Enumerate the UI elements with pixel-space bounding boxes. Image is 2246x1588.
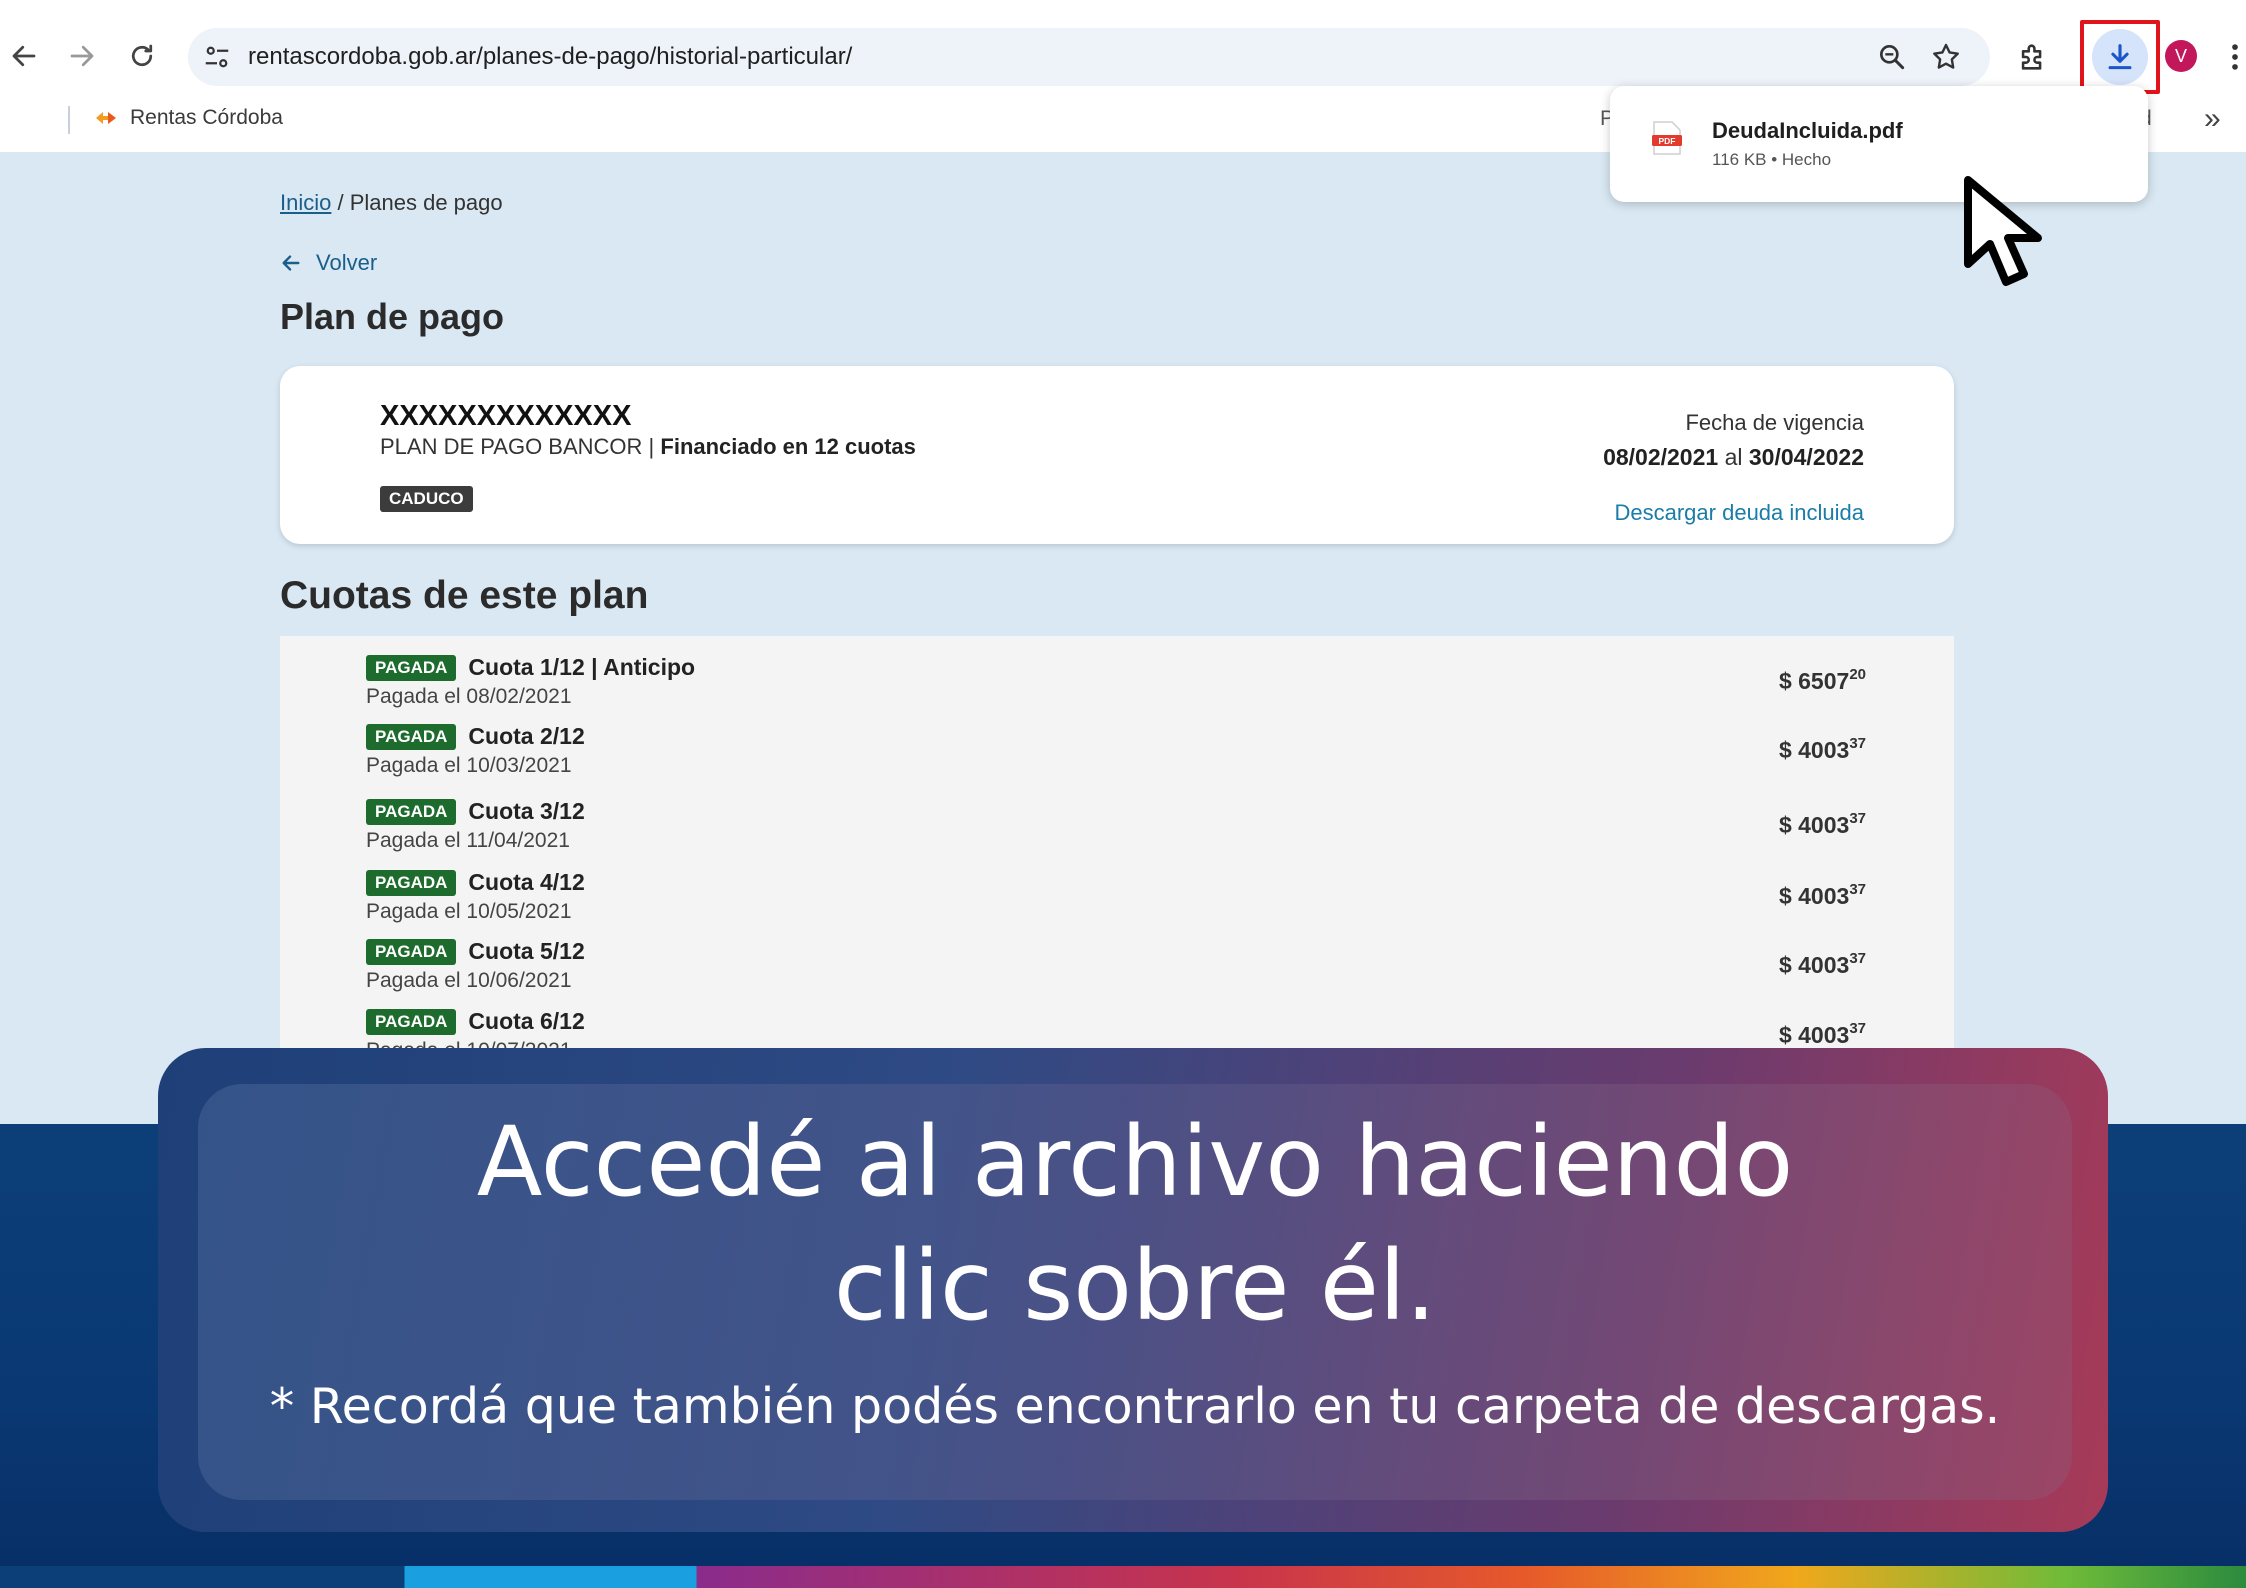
cuota-amount: $ 400337 (1779, 810, 1866, 839)
cuota-amount: $ 650720 (1779, 666, 1866, 695)
status-badge: CADUCO (380, 486, 473, 512)
rentas-logo-icon (96, 112, 116, 124)
reload-icon[interactable] (122, 36, 162, 76)
download-icon (2108, 44, 2132, 70)
paid-badge: PAGADA (366, 723, 457, 750)
cuota-amount: $ 400337 (1779, 1020, 1866, 1049)
amount-integer: 4003 (1798, 812, 1850, 838)
cuota-paid-date: Pagada el 10/06/2021 (366, 969, 572, 992)
headline-line-1: Accedé al archivo haciendo (476, 1106, 1794, 1218)
overlay-note: * Recordá que también podés encontrarlo … (269, 1378, 2001, 1435)
url-text[interactable]: rentascordoba.gob.ar/planes-de-pago/hist… (248, 43, 852, 71)
cuota-paid-date: Pagada el 11/04/2021 (366, 829, 570, 852)
mouse-pointer-icon (1964, 176, 2042, 286)
back-link[interactable]: Volver (280, 250, 377, 276)
cuota-amount: $ 400337 (1779, 950, 1866, 979)
page-title: Plan de pago (280, 296, 505, 337)
plan-separator: | (642, 434, 661, 459)
currency-symbol: $ (1778, 883, 1799, 909)
currency-symbol: $ (1778, 668, 1799, 694)
currency-symbol: $ (1778, 1022, 1799, 1048)
amount-cents: 37 (1849, 950, 1866, 967)
bookmarks-overflow-icon[interactable]: » (2204, 102, 2221, 136)
cuota-name: Cuota 2/12 (468, 723, 585, 749)
validity-from: 08/02/2021 (1603, 444, 1719, 470)
amount-cents: 37 (1849, 810, 1866, 827)
bookmark-label: Rentas Córdoba (130, 106, 283, 129)
list-item[interactable]: PAGADA Cuota 3/12 Pagada el 11/04/2021 $… (366, 798, 1866, 858)
breadcrumb-current: Planes de pago (349, 190, 503, 215)
breadcrumb: Inicio / Planes de pago (280, 190, 503, 216)
plan-card: XXXXXXXXXXXXX PLAN DE PAGO BANCOR | Fina… (280, 366, 1954, 544)
headline-line-2: clic sobre él. (833, 1230, 1437, 1342)
amount-cents: 20 (1849, 666, 1866, 683)
cuota-name: Cuota 6/12 (468, 1008, 585, 1034)
cuotas-list: PAGADA Cuota 1/12 | Anticipo Pagada el 0… (280, 636, 1954, 1056)
overlay-headline: Accedé al archivo haciendo clic sobre él… (198, 1100, 2072, 1348)
extensions-puzzle-icon[interactable] (2016, 40, 2050, 74)
zoom-icon[interactable] (1876, 41, 1908, 73)
plan-financing: Financiado en 12 cuotas (660, 434, 916, 459)
forward-arrow-icon[interactable] (62, 36, 102, 76)
list-item[interactable]: PAGADA Cuota 2/12 Pagada el 10/03/2021 $… (366, 723, 1866, 783)
cuota-amount: $ 400337 (1779, 735, 1866, 764)
amount-integer: 4003 (1798, 1022, 1850, 1048)
more-menu-icon[interactable] (2228, 40, 2242, 74)
validity-to: 30/04/2022 (1748, 444, 1864, 470)
bookmark-star-icon[interactable] (1930, 41, 1962, 73)
bookmarks-separator (68, 106, 70, 134)
cuota-name: Cuota 5/12 (468, 938, 585, 964)
paid-badge: PAGADA (366, 798, 457, 825)
profile-avatar[interactable]: V (2165, 40, 2197, 72)
plan-type: PLAN DE PAGO BANCOR (380, 434, 643, 459)
download-file-info: 116 KB • Hecho (1712, 150, 1832, 169)
arrow-left-icon (282, 255, 300, 271)
amount-cents: 37 (1849, 881, 1866, 898)
cuota-name: Cuota 3/12 (468, 798, 585, 824)
validity-joiner: al (1718, 444, 1749, 470)
amount-integer: 4003 (1798, 883, 1850, 909)
currency-symbol: $ (1778, 952, 1799, 978)
download-popup: PDF DeudaIncluida.pdf 116 KB • Hecho (1610, 86, 2148, 202)
amount-integer: 6507 (1798, 668, 1850, 694)
validity-range: 08/02/2021 al 30/04/2022 (1603, 444, 1864, 471)
plan-code: XXXXXXXXXXXXX (380, 400, 632, 432)
amount-cents: 37 (1849, 735, 1866, 752)
validity-label: Fecha de vigencia (1685, 410, 1864, 435)
cuota-name: Cuota 4/12 (468, 869, 585, 895)
back-label: Volver (316, 250, 378, 275)
cuota-paid-date: Pagada el 10/03/2021 (366, 754, 572, 777)
breadcrumb-separator: / (331, 190, 350, 215)
list-item[interactable]: PAGADA Cuota 4/12 Pagada el 10/05/2021 $… (366, 869, 1866, 929)
downloads-button[interactable] (2080, 20, 2160, 94)
cuota-paid-date: Pagada el 10/05/2021 (366, 900, 572, 923)
currency-symbol: $ (1778, 812, 1799, 838)
paid-badge: PAGADA (366, 654, 457, 681)
amount-integer: 4003 (1798, 737, 1850, 763)
amount-integer: 4003 (1798, 952, 1850, 978)
pdf-file-icon: PDF (1652, 121, 1682, 155)
paid-badge: PAGADA (366, 869, 457, 896)
plan-description: PLAN DE PAGO BANCOR | Financiado en 12 c… (380, 434, 916, 460)
list-item[interactable]: PAGADA Cuota 1/12 | Anticipo Pagada el 0… (366, 654, 1866, 714)
cuota-name: Cuota 1/12 | Anticipo (468, 654, 696, 680)
breadcrumb-home-link[interactable]: Inicio (280, 190, 331, 215)
cuota-amount: $ 400337 (1779, 881, 1866, 910)
amount-cents: 37 (1849, 1020, 1866, 1037)
back-arrow-icon[interactable] (4, 36, 44, 76)
bookmark-rentas-cordoba[interactable]: Rentas Córdoba (94, 106, 283, 130)
currency-symbol: $ (1778, 737, 1799, 763)
address-bar[interactable]: rentascordoba.gob.ar/planes-de-pago/hist… (188, 28, 1990, 86)
pdf-file-type: PDF (1659, 136, 1676, 146)
download-file-name[interactable]: DeudaIncluida.pdf (1712, 118, 1903, 144)
site-settings-icon[interactable] (202, 42, 232, 72)
cuota-paid-date: Pagada el 08/02/2021 (366, 685, 572, 708)
download-debt-link[interactable]: Descargar deuda incluida (1615, 500, 1865, 526)
list-item[interactable]: PAGADA Cuota 5/12 Pagada el 10/06/2021 $… (366, 938, 1866, 998)
cuotas-section-title: Cuotas de este plan (280, 574, 649, 617)
paid-badge: PAGADA (366, 938, 457, 965)
brand-color-stripe (0, 1566, 2246, 1588)
paid-badge: PAGADA (366, 1008, 457, 1035)
